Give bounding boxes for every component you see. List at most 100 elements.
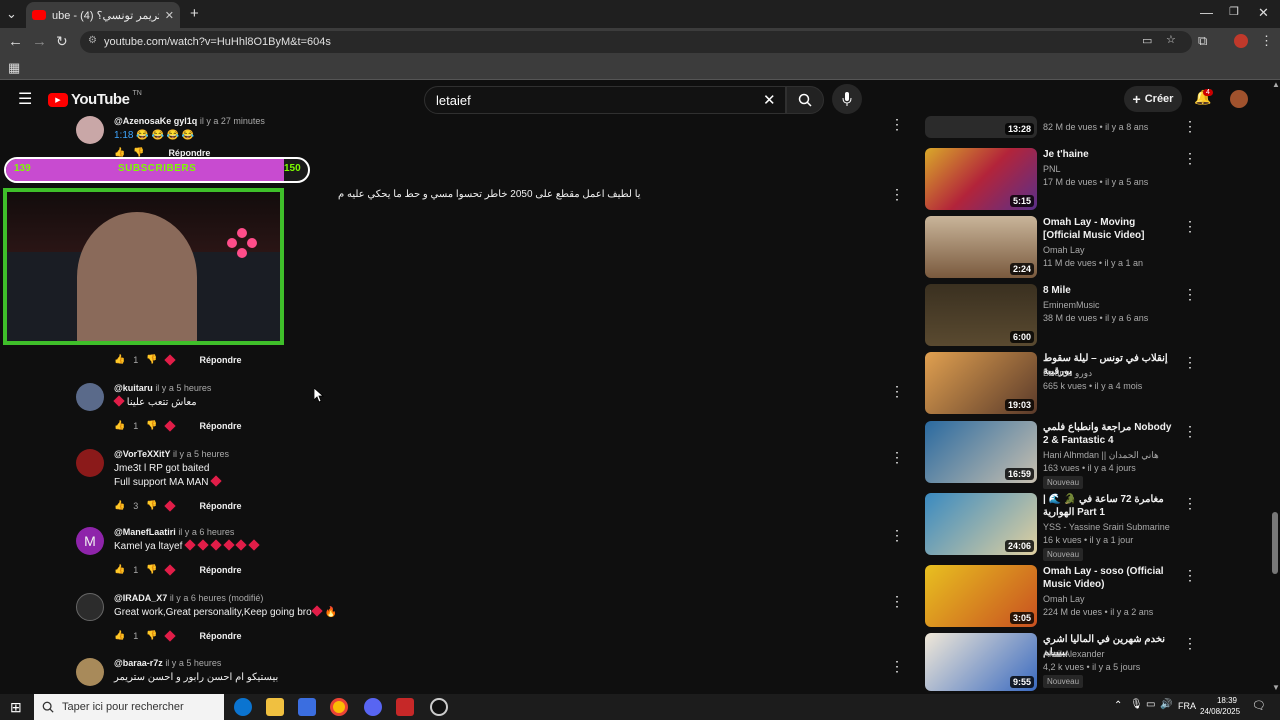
clock-date[interactable]: 24/08/2025 (1200, 707, 1240, 716)
video-menu-icon[interactable]: ⋮ (1183, 423, 1197, 440)
video-menu-icon[interactable]: ⋮ (1183, 567, 1197, 584)
video-title[interactable]: Je t'haine (1043, 148, 1173, 161)
like-icon[interactable]: 👍 (114, 500, 125, 511)
video-thumbnail[interactable]: 5:15 (925, 148, 1037, 210)
install-app-icon[interactable]: ▭ (1142, 34, 1152, 47)
close-window-icon[interactable]: ✕ (1258, 5, 1269, 21)
comment-author[interactable]: @AzenosaKe gyl1q (114, 116, 197, 126)
reply-button[interactable]: Répondre (199, 355, 241, 365)
chrome-icon[interactable] (330, 698, 348, 716)
clear-search-icon[interactable]: ✕ (763, 91, 776, 109)
new-tab-icon[interactable]: + (190, 5, 199, 22)
forward-icon[interactable]: → (32, 33, 47, 50)
video-thumbnail[interactable]: 13:28 (925, 116, 1037, 138)
video-channel[interactable]: Aksil Alexander (1043, 649, 1105, 659)
video-menu-icon[interactable]: ⋮ (1183, 635, 1197, 652)
comment-menu-icon[interactable]: ⋮ (890, 383, 904, 400)
extensions-icon[interactable]: ⧉ (1198, 33, 1207, 49)
dislike-icon[interactable]: 👎 (146, 564, 157, 575)
video-menu-icon[interactable]: ⋮ (1183, 495, 1197, 512)
video-menu-icon[interactable]: ⋮ (1183, 286, 1197, 303)
related-video-item[interactable]: 5:15 Je t'haine PNL 17 M de vues • il y … (925, 148, 1205, 212)
video-channel[interactable]: PNL (1043, 164, 1061, 174)
comment-author[interactable]: @IRADA_X7 (114, 593, 167, 603)
video-thumbnail[interactable]: 6:00 (925, 284, 1037, 346)
tray-chevron-icon[interactable]: ⌃ (1114, 700, 1122, 711)
voice-search-button[interactable] (832, 84, 862, 114)
related-video-item[interactable]: 16:59 مراجعة وانطباع فلمي Nobody 2 & Fan… (925, 421, 1205, 489)
back-icon[interactable]: ← (8, 33, 23, 50)
related-video-item[interactable]: 6:00 8 Mile EminemMusic 38 M de vues • i… (925, 284, 1205, 348)
comment-menu-icon[interactable]: ⋮ (890, 593, 904, 610)
taskbar-search-input[interactable]: Taper ici pour rechercher (34, 694, 224, 720)
reply-button[interactable]: Répondre (199, 501, 241, 511)
video-channel[interactable]: YSS - Yassine Srairi Submarine (1043, 522, 1170, 532)
comment-time[interactable]: il y a 27 minutes (200, 116, 265, 126)
reply-button[interactable]: Répondre (199, 565, 241, 575)
like-icon[interactable]: 👍 (114, 564, 125, 575)
video-channel[interactable]: Hani Alhmdan || هاني الحمدان (1043, 450, 1159, 461)
related-video-item[interactable]: 19:03 إنقلاب في تونس – ليلة سقوط بورقيبة… (925, 352, 1205, 416)
video-channel[interactable]: Omah Lay (1043, 245, 1085, 255)
page-scrollbar-thumb[interactable] (1272, 512, 1278, 574)
comment-author[interactable]: @baraa-r7z (114, 658, 163, 668)
video-title[interactable]: | 🌊 🐊 مغامرة 72 ساعة في الهوارية Part 1 (1043, 493, 1173, 519)
video-menu-icon[interactable]: ⋮ (1183, 354, 1197, 371)
video-menu-icon[interactable]: ⋮ (1183, 150, 1197, 167)
video-title[interactable]: مراجعة وانطباع فلمي Nobody 2 & Fantastic… (1043, 421, 1173, 447)
restore-icon[interactable]: ❐ (1229, 5, 1239, 18)
avatar[interactable] (76, 116, 104, 144)
video-thumbnail[interactable]: 16:59 (925, 421, 1037, 483)
comment-menu-icon[interactable]: ⋮ (890, 658, 904, 675)
like-icon[interactable]: 👍 (114, 420, 125, 431)
volume-icon[interactable]: 🔊 (1160, 699, 1172, 710)
related-video-item[interactable]: 2:24 Omah Lay - Moving [Official Music V… (925, 216, 1205, 280)
video-channel[interactable]: EminemMusic (1043, 300, 1100, 310)
comment-time[interactable]: il y a 5 heures (173, 449, 229, 459)
comment-menu-icon[interactable]: ⋮ (890, 186, 904, 203)
network-icon[interactable]: ▭ (1146, 699, 1155, 710)
reply-button[interactable]: Répondre (199, 421, 241, 431)
reply-button[interactable]: Répondre (199, 631, 241, 641)
comment-menu-icon[interactable]: ⋮ (890, 116, 904, 133)
avatar[interactable] (76, 383, 104, 411)
video-title[interactable]: 8 Mile (1043, 284, 1173, 297)
like-icon[interactable]: 👍 (114, 630, 125, 641)
edge-icon[interactable] (234, 698, 252, 716)
hamburger-menu-icon[interactable]: ☰ (18, 89, 32, 109)
reload-icon[interactable]: ↻ (56, 33, 68, 50)
like-icon[interactable]: 👍 (114, 354, 125, 365)
language-indicator[interactable]: FRA (1178, 701, 1196, 711)
notification-center-icon[interactable]: 🗨 (1252, 699, 1266, 712)
dislike-icon[interactable]: 👎 (146, 630, 157, 641)
avatar[interactable] (76, 658, 104, 686)
close-tab-icon[interactable]: ✕ (165, 9, 174, 22)
comment-time[interactable]: il y a 6 heures (178, 527, 234, 537)
profile-avatar[interactable] (1234, 34, 1248, 48)
site-info-icon[interactable]: ⚙ (88, 35, 97, 46)
comment-menu-icon[interactable]: ⋮ (890, 527, 904, 544)
video-title[interactable]: Omah Lay - soso (Official Music Video) (1043, 565, 1173, 591)
url-field[interactable]: ⚙ youtube.com/watch?v=HuHhl8O1ByM&t=604s… (80, 31, 1192, 53)
dislike-icon[interactable]: 👎 (146, 420, 157, 431)
bookmark-star-icon[interactable]: ☆ (1166, 33, 1176, 46)
dislike-icon[interactable]: 👎 (146, 500, 157, 511)
windows-start-icon[interactable]: ⊞ (10, 699, 22, 716)
scroll-up-icon[interactable]: ▲ (1272, 80, 1280, 89)
store-icon[interactable] (298, 698, 316, 716)
browser-tab[interactable]: ube - (4) أحسن ستريمر تونسي؟ ✕ (26, 2, 180, 28)
obs-icon[interactable] (430, 698, 448, 716)
create-button[interactable]: + Créer (1124, 86, 1182, 112)
video-thumbnail[interactable]: 3:05 (925, 565, 1037, 627)
video-menu-icon[interactable]: ⋮ (1183, 218, 1197, 235)
discord-icon[interactable] (364, 698, 382, 716)
video-thumbnail[interactable]: 19:03 (925, 352, 1037, 414)
comment-author[interactable]: @VorTeXXitY (114, 449, 170, 459)
search-button[interactable] (786, 86, 824, 114)
comment-time[interactable]: il y a 5 heures (155, 383, 211, 393)
microphone-tray-icon[interactable]: 🎙 (1130, 699, 1143, 710)
video-channel[interactable]: Omah Lay (1043, 594, 1085, 604)
avatar[interactable] (76, 449, 104, 477)
search-input[interactable]: letaief ✕ (424, 86, 786, 114)
comment-time[interactable]: il y a 5 heures (165, 658, 221, 668)
